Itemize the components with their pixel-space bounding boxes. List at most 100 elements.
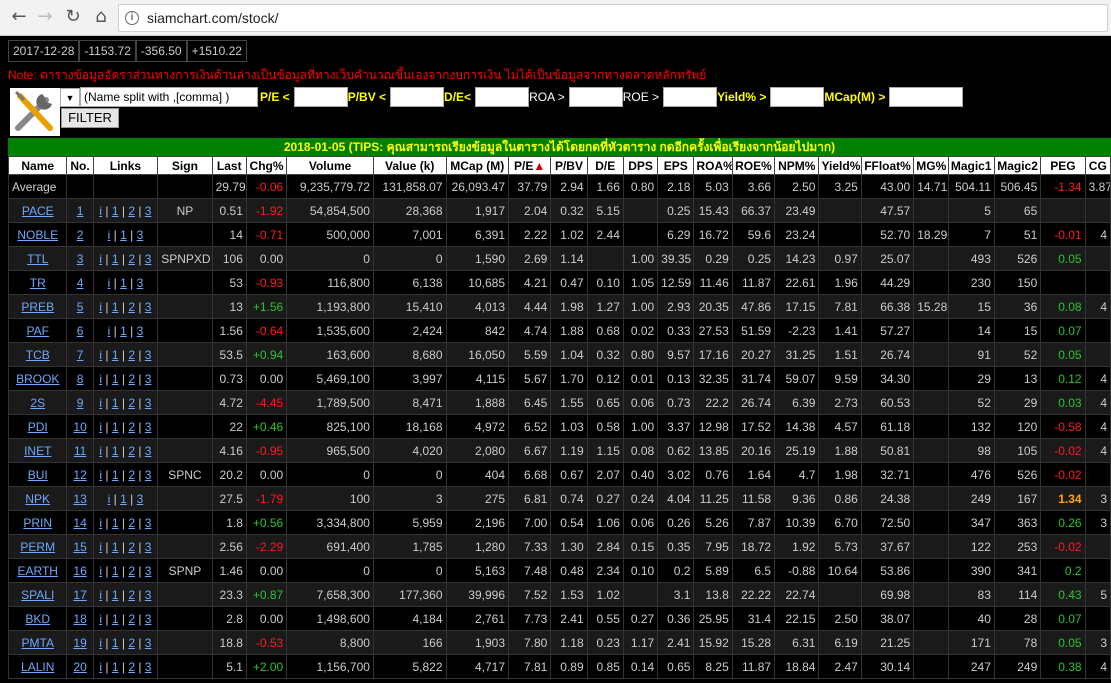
stock-name-link[interactable]: NOBLE: [17, 228, 58, 242]
row-number-link[interactable]: 12: [73, 468, 86, 482]
forward-icon[interactable]: →: [34, 6, 56, 28]
row-number-link[interactable]: 6: [77, 324, 84, 338]
stock-name-link[interactable]: NPK: [25, 492, 50, 506]
row-number-link[interactable]: 13: [73, 492, 86, 506]
stock-link-1[interactable]: 1: [112, 204, 119, 218]
row-number-link[interactable]: 2: [77, 228, 84, 242]
mcap-input[interactable]: [889, 87, 964, 107]
row-number-link[interactable]: 5: [77, 300, 84, 314]
de-input[interactable]: [475, 87, 530, 107]
stock-link-3[interactable]: 3: [137, 492, 144, 506]
stock-link-1[interactable]: 1: [112, 516, 119, 530]
stock-link-3[interactable]: 3: [137, 276, 144, 290]
row-number-link[interactable]: 1: [77, 204, 84, 218]
column-header-eps[interactable]: EPS: [657, 156, 695, 175]
stock-link-1[interactable]: 1: [112, 444, 119, 458]
column-header-mcap-m[interactable]: MCap (M): [445, 156, 509, 175]
stock-link-i[interactable]: i: [108, 276, 111, 290]
stock-link-i[interactable]: i: [99, 588, 102, 602]
stock-name-link[interactable]: PAF: [27, 324, 49, 338]
roa-input[interactable]: [568, 87, 623, 107]
column-header-magic2[interactable]: Magic2: [993, 156, 1042, 175]
row-number-link[interactable]: 14: [73, 516, 86, 530]
stock-link-2[interactable]: 2: [128, 540, 135, 554]
stock-link-3[interactable]: 3: [145, 516, 152, 530]
column-header-dps[interactable]: DPS: [622, 156, 659, 175]
stock-name-link[interactable]: PERM: [20, 540, 55, 554]
stock-link-1[interactable]: 1: [120, 276, 127, 290]
roe-input[interactable]: [663, 87, 718, 107]
stock-link-i[interactable]: i: [99, 468, 102, 482]
stock-link-1[interactable]: 1: [112, 468, 119, 482]
address-bar[interactable]: i siamchart.com/stock/: [118, 4, 1108, 32]
stock-name-link[interactable]: INET: [24, 444, 51, 458]
row-number-link[interactable]: 3: [77, 252, 84, 266]
info-icon[interactable]: i: [125, 11, 139, 25]
stock-link-i[interactable]: i: [99, 204, 102, 218]
row-number-link[interactable]: 15: [73, 540, 86, 554]
column-header-last[interactable]: Last: [211, 156, 247, 175]
stock-link-3[interactable]: 3: [145, 444, 152, 458]
row-number-link[interactable]: 20: [73, 660, 86, 674]
yield-input[interactable]: [770, 87, 825, 107]
stock-link-i[interactable]: i: [99, 420, 102, 434]
row-number-link[interactable]: 17: [73, 588, 86, 602]
stock-link-1[interactable]: 1: [112, 372, 119, 386]
stock-link-i[interactable]: i: [99, 348, 102, 362]
row-number-link[interactable]: 18: [73, 612, 86, 626]
column-header-links[interactable]: Links: [92, 156, 159, 175]
filter-button[interactable]: FILTER: [61, 108, 119, 128]
stock-link-3[interactable]: 3: [145, 372, 152, 386]
stock-link-3[interactable]: 3: [145, 252, 152, 266]
stock-name-link[interactable]: SPALI: [21, 588, 54, 602]
stock-link-3[interactable]: 3: [145, 348, 152, 362]
pe-input[interactable]: [293, 87, 348, 107]
stock-link-3[interactable]: 3: [145, 636, 152, 650]
stock-link-2[interactable]: 2: [128, 420, 135, 434]
stock-link-3[interactable]: 3: [145, 660, 152, 674]
stock-link-2[interactable]: 2: [128, 516, 135, 530]
stock-link-i[interactable]: i: [99, 564, 102, 578]
stock-link-3[interactable]: 3: [145, 588, 152, 602]
column-header-chg[interactable]: Chg%: [245, 156, 288, 175]
stock-link-1[interactable]: 1: [112, 612, 119, 626]
stock-link-2[interactable]: 2: [128, 612, 135, 626]
stock-link-3[interactable]: 3: [145, 468, 152, 482]
stock-name-link[interactable]: PMTA: [22, 636, 54, 650]
stock-name-link[interactable]: BKD: [25, 612, 50, 626]
row-number-link[interactable]: 10: [73, 420, 86, 434]
column-header-p-bv[interactable]: P/BV: [550, 156, 588, 175]
stock-link-i[interactable]: i: [99, 636, 102, 650]
stock-link-2[interactable]: 2: [128, 348, 135, 362]
stock-link-2[interactable]: 2: [128, 564, 135, 578]
column-header-peg[interactable]: PEG: [1040, 156, 1086, 175]
column-header-p-e[interactable]: P/E▲: [507, 156, 552, 175]
stock-link-1[interactable]: 1: [120, 228, 127, 242]
stock-name-link[interactable]: TTL: [27, 252, 48, 266]
row-number-link[interactable]: 9: [77, 396, 84, 410]
stock-link-1[interactable]: 1: [112, 252, 119, 266]
stock-link-1[interactable]: 1: [112, 420, 119, 434]
stock-link-i[interactable]: i: [99, 444, 102, 458]
column-header-magic1[interactable]: Magic1: [947, 156, 995, 175]
row-number-link[interactable]: 7: [77, 348, 84, 362]
stock-link-1[interactable]: 1: [112, 348, 119, 362]
row-number-link[interactable]: 19: [73, 636, 86, 650]
stock-link-2[interactable]: 2: [128, 636, 135, 650]
stock-name-link[interactable]: EARTH: [18, 564, 58, 578]
stock-link-2[interactable]: 2: [128, 588, 135, 602]
stock-link-i[interactable]: i: [99, 252, 102, 266]
stock-link-i[interactable]: i: [108, 228, 111, 242]
stock-link-i[interactable]: i: [108, 324, 111, 338]
stock-link-i[interactable]: i: [99, 660, 102, 674]
stock-link-i[interactable]: i: [99, 612, 102, 626]
reload-icon[interactable]: ↻: [62, 6, 84, 28]
column-header-cg[interactable]: CG: [1084, 156, 1111, 175]
stock-link-1[interactable]: 1: [112, 588, 119, 602]
column-header-d-e[interactable]: D/E: [586, 156, 624, 175]
column-header-value-k[interactable]: Value (k): [372, 156, 447, 175]
stock-link-2[interactable]: 2: [128, 660, 135, 674]
home-icon[interactable]: ⌂: [90, 6, 112, 28]
stock-name-link[interactable]: PACE: [22, 204, 54, 218]
stock-link-1[interactable]: 1: [120, 324, 127, 338]
